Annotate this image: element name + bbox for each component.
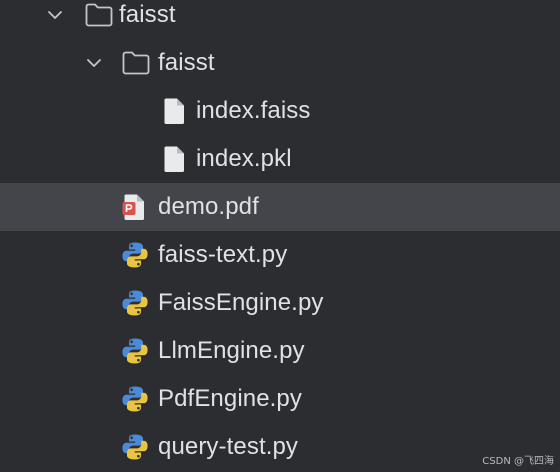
python-file-icon <box>122 434 148 460</box>
file-icon <box>164 146 184 172</box>
tree-item-label: PdfEngine.py <box>158 385 302 412</box>
tree-item-query-test-py[interactable]: query-test.py <box>0 423 560 471</box>
file-icon <box>164 98 184 124</box>
folder-icon <box>122 51 150 75</box>
tree-item-label: faiss-text.py <box>158 241 288 268</box>
chevron-down-icon[interactable] <box>46 6 64 24</box>
tree-item-label: LlmEngine.py <box>158 337 305 364</box>
watermark: CSDN @飞四海 <box>482 456 554 467</box>
tree-item-demo-pdf[interactable]: demo.pdf <box>0 183 560 231</box>
chevron-down-icon[interactable] <box>85 54 103 72</box>
tree-item-faisst-subfolder[interactable]: faisst <box>0 39 560 87</box>
tree-item-label: faisst <box>119 1 176 28</box>
python-file-icon <box>122 386 148 412</box>
tree-item-index-faiss[interactable]: index.faiss <box>0 87 560 135</box>
folder-icon <box>85 3 113 27</box>
tree-item-faisst-root[interactable]: faisst <box>0 0 560 39</box>
tree-item-label: query-test.py <box>158 433 299 460</box>
pdf-file-icon <box>122 194 144 220</box>
tree-item-label: demo.pdf <box>158 193 259 220</box>
python-file-icon <box>122 242 148 268</box>
tree-item-index-pkl[interactable]: index.pkl <box>0 135 560 183</box>
tree-item-pdfengine-py[interactable]: PdfEngine.py <box>0 375 560 423</box>
tree-item-label: FaissEngine.py <box>158 289 324 316</box>
python-file-icon <box>122 290 148 316</box>
tree-item-faissengine-py[interactable]: FaissEngine.py <box>0 279 560 327</box>
tree-item-llmengine-py[interactable]: LlmEngine.py <box>0 327 560 375</box>
project-tree: faisst faisst index.faiss index.pkl demo… <box>0 0 560 472</box>
tree-item-label: index.faiss <box>196 97 311 124</box>
tree-item-faiss-text-py[interactable]: faiss-text.py <box>0 231 560 279</box>
tree-item-label: index.pkl <box>196 145 292 172</box>
tree-item-label: faisst <box>158 49 215 76</box>
python-file-icon <box>122 338 148 364</box>
